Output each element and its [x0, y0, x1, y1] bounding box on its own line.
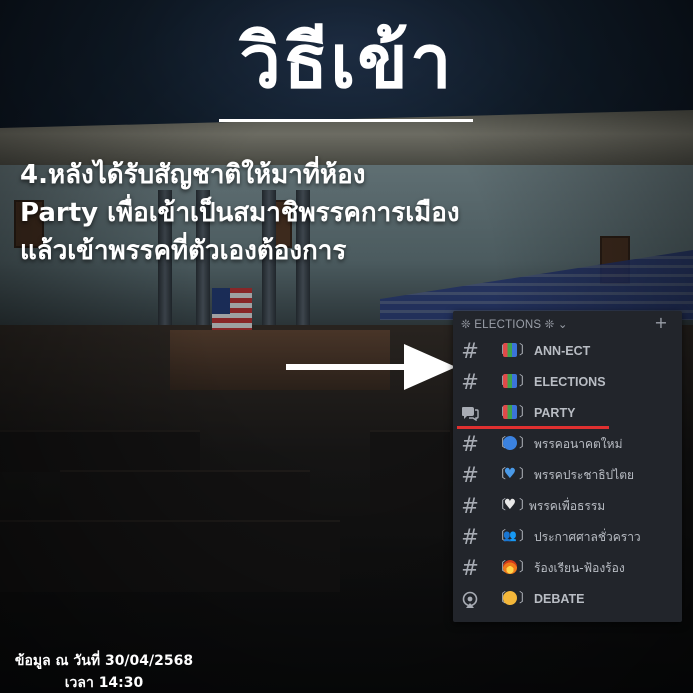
footer-timestamp: ข้อมูล ณ วันที่ 30/04/2568 เวลา 14:30 [4, 650, 204, 693]
bracket-open: 〔 [493, 374, 507, 389]
hash-icon: # [461, 432, 479, 456]
hash-icon: # [461, 339, 479, 363]
instruction-line: แล้วเข้าพรรคที่ตัวเองต้องการ [20, 236, 347, 266]
bracket-close: 〕 [519, 529, 533, 544]
blue-circle-emoji-icon [503, 436, 517, 450]
bracket-open: 〔 [493, 529, 507, 544]
blue-heart-emoji-icon: ♥ [503, 466, 517, 482]
channel-item-party[interactable]: 〔 〕 PARTY [453, 398, 682, 428]
title-underline [219, 119, 473, 122]
channel-name: พรรคประชาธิปไตย [534, 468, 635, 482]
angry-face-emoji-icon [503, 591, 517, 605]
forum-icon [461, 402, 479, 424]
channel-item-court-announce[interactable]: # 〔 👥 〕 ประกาศศาลชั่วคราว [453, 522, 682, 552]
channel-name: พรรคเพื่อธรรม [529, 499, 606, 513]
channel-name: ประกาศศาลชั่วคราว [534, 530, 641, 544]
footer-date: ข้อมูล ณ วันที่ 30/04/2568 [14, 653, 194, 669]
bracket-open: 〔 [493, 436, 507, 451]
party-highlight-underline [457, 426, 609, 429]
bracket-close: 〕 [519, 498, 533, 513]
instruction-text: 4.หลังได้รับสัญชาติให้มาที่ห้อง Party เพ… [20, 156, 660, 270]
channel-item-future-forward[interactable]: # 〔 〕 พรรคอนาคตใหม่ [453, 429, 682, 459]
category-label[interactable]: ❊ ELECTIONS ❊ ⌄ [461, 317, 568, 331]
channel-name: PARTY [534, 406, 576, 420]
bracket-open: 〔 [493, 343, 507, 358]
books-emoji-icon [503, 343, 517, 357]
people-emoji-icon: 👥 [503, 529, 517, 542]
channel-item-complaints[interactable]: # 〔 〕 ร้องเรียน-ฟ้องร้อง [453, 553, 682, 583]
footer-time: เวลา 14:30 [64, 675, 144, 691]
hash-icon: # [461, 370, 479, 394]
discord-channel-list: ❊ ELECTIONS ❊ ⌄ + # 〔 〕 ANN-ECT # 〔 〕 EL… [453, 311, 682, 622]
instruction-line: 4.หลังได้รับสัญชาติให้มาที่ห้อง [20, 160, 366, 190]
post-image: วิธีเข้า 4.หลังได้รับสัญชาติให้มาที่ห้อง… [0, 0, 693, 693]
channel-name: DEBATE [534, 592, 585, 606]
bracket-close: 〕 [519, 343, 533, 358]
bracket-close: 〕 [519, 405, 533, 420]
bracket-close: 〕 [519, 436, 533, 451]
bracket-close: 〕 [519, 591, 533, 606]
hash-icon: # [461, 494, 479, 518]
white-heart-emoji-icon: ♥ [503, 497, 517, 513]
bracket-open: 〔 [493, 405, 507, 420]
bracket-close: 〕 [519, 374, 533, 389]
stage-icon [461, 588, 479, 610]
books-emoji-icon [503, 405, 517, 419]
page-title: วิธีเข้า [239, 19, 454, 105]
hash-icon: # [461, 525, 479, 549]
bracket-open: 〔 [493, 560, 507, 575]
channel-item-ann-ect[interactable]: # 〔 〕 ANN-ECT [453, 336, 682, 366]
bracket-close: 〕 [519, 467, 533, 482]
channel-name: ELECTIONS [534, 375, 606, 389]
bracket-open: 〔 [493, 591, 507, 606]
channel-name: พรรคอนาคตใหม่ [534, 437, 623, 451]
channel-item-debate[interactable]: 〔 〕 DEBATE [453, 584, 682, 614]
hash-icon: # [461, 556, 479, 580]
channel-name: ร้องเรียน-ฟ้องร้อง [534, 561, 625, 575]
instruction-line: Party เพื่อเข้าเป็นสมาชิพรรคการเมือง [20, 198, 460, 228]
books-emoji-icon [503, 374, 517, 388]
bracket-open: 〔 [493, 467, 507, 482]
add-channel-button[interactable]: + [652, 314, 670, 332]
channel-name: ANN-ECT [534, 344, 591, 358]
bracket-open: 〔 [493, 498, 507, 513]
category-header[interactable]: ❊ ELECTIONS ❊ ⌄ + [453, 311, 682, 339]
bracket-close: 〕 [519, 560, 533, 575]
arrow-right-icon [286, 344, 456, 390]
fire-emoji-icon [503, 560, 517, 574]
channel-item-elections[interactable]: # 〔 〕 ELECTIONS [453, 367, 682, 397]
channel-item-democrat[interactable]: # 〔 ♥ 〕 พรรคประชาธิปไตย [453, 460, 682, 490]
channel-item-pheu-tham[interactable]: # 〔 ♥ 〕 พรรคเพื่อธรรม [453, 491, 682, 521]
hash-icon: # [461, 463, 479, 487]
